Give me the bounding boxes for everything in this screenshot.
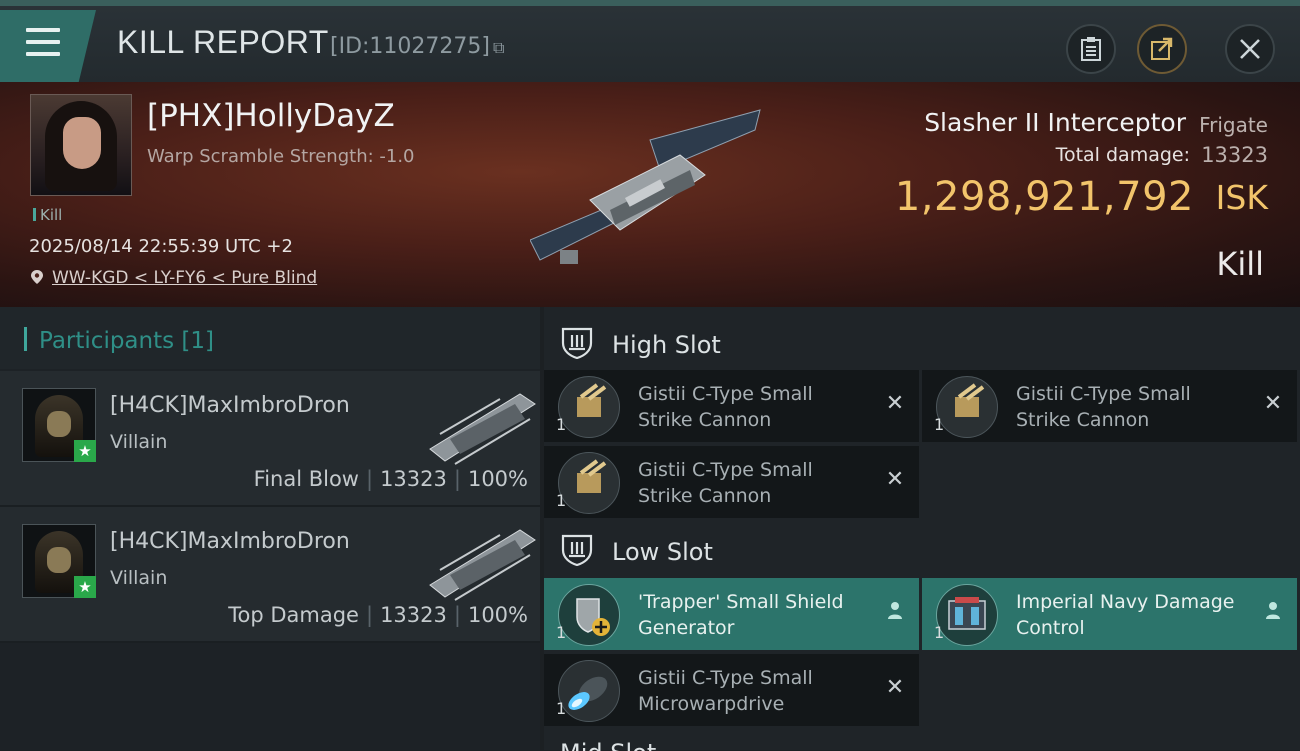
participant-ship-image bbox=[429, 393, 536, 465]
module-item[interactable]: 1 Gistii C-Type Small Strike Cannon ✕ bbox=[544, 446, 919, 518]
participant-ship-image bbox=[429, 529, 536, 601]
module-name: 'Trapper' Small Shield Generator bbox=[638, 591, 844, 639]
module-item[interactable]: 1 Gistii C-Type Small Microwarpdrive ✕ bbox=[544, 654, 919, 726]
shield-generator-icon bbox=[558, 584, 620, 646]
module-qty: 1 bbox=[934, 623, 945, 642]
cannon-icon bbox=[936, 376, 998, 438]
kill-tag: Kill bbox=[33, 206, 62, 224]
victim-portrait[interactable] bbox=[30, 94, 132, 196]
module-item[interactable]: 1 Gistii C-Type Small Strike Cannon ✕ bbox=[922, 370, 1297, 442]
microwarpdrive-icon bbox=[558, 660, 620, 722]
destroyed-icon: ✕ bbox=[885, 675, 905, 700]
clipboard-button[interactable] bbox=[1066, 24, 1116, 74]
isk-label: ISK bbox=[1215, 178, 1268, 217]
destroyed-icon: ✕ bbox=[1263, 391, 1283, 416]
participants-header: Participants [1] bbox=[0, 307, 540, 369]
cannon-icon bbox=[558, 376, 620, 438]
close-button[interactable] bbox=[1225, 24, 1275, 74]
star-icon: ★ bbox=[74, 576, 96, 598]
damage-control-icon bbox=[936, 584, 998, 646]
location-pin-icon bbox=[31, 270, 43, 284]
module-name: Gistii C-Type Small Strike Cannon bbox=[1016, 383, 1191, 431]
victim-summary: [PHX]HollyDayZ Warp Scramble Strength: -… bbox=[0, 82, 1300, 307]
person-icon bbox=[1261, 600, 1285, 624]
module-qty: 1 bbox=[556, 491, 567, 510]
cannon-icon bbox=[558, 452, 620, 514]
star-icon: ★ bbox=[74, 440, 96, 462]
module-qty: 1 bbox=[556, 699, 567, 718]
module-item[interactable]: 1 Gistii C-Type Small Strike Cannon ✕ bbox=[544, 370, 919, 442]
high-slot-icon bbox=[561, 327, 593, 359]
low-slot-icon bbox=[561, 534, 593, 566]
top-bar: KILL REPORT [ID:11027275] ⧉ bbox=[0, 0, 1300, 82]
high-slot-heading: High Slot bbox=[544, 313, 1300, 373]
menu-icon bbox=[26, 28, 60, 64]
fitting-panel: High Slot 1 Gistii C-Type Small Strike C… bbox=[544, 307, 1300, 751]
participant-role: Villain bbox=[110, 431, 168, 453]
high-slot-label: High Slot bbox=[612, 331, 721, 359]
total-damage-label: Total damage: bbox=[1055, 144, 1190, 166]
module-item[interactable]: 1 'Trapper' Small Shield Generator bbox=[544, 578, 919, 650]
menu-button[interactable] bbox=[0, 10, 96, 82]
page-title: KILL REPORT bbox=[117, 24, 329, 60]
participant-avatar[interactable]: ★ bbox=[22, 524, 96, 598]
module-name: Gistii C-Type Small Microwarpdrive bbox=[638, 667, 813, 715]
module-name: Imperial Navy Damage Control bbox=[1016, 591, 1235, 639]
timestamp: 2025/08/14 22:55:39 UTC +2 bbox=[29, 236, 293, 257]
participant-avatar[interactable]: ★ bbox=[22, 388, 96, 462]
destroyed-icon: ✕ bbox=[885, 467, 905, 492]
module-qty: 1 bbox=[934, 415, 945, 434]
result-label: Kill bbox=[1216, 245, 1264, 283]
destroyed-icon: ✕ bbox=[885, 391, 905, 416]
participants-panel: Participants [1] ★ [H4CK]MaxImbroDron Vi… bbox=[0, 307, 540, 750]
copy-icon[interactable]: ⧉ bbox=[493, 38, 504, 57]
participant-role: Villain bbox=[110, 567, 168, 589]
share-button[interactable] bbox=[1137, 24, 1187, 74]
participant-row[interactable]: ★ [H4CK]MaxImbroDron Villain Top Damage |… bbox=[0, 507, 540, 643]
participant-stats: Top Damage | 13323 | 100% bbox=[228, 603, 528, 627]
participant-name[interactable]: [H4CK]MaxImbroDron bbox=[110, 393, 350, 418]
close-icon bbox=[1240, 39, 1260, 59]
ship-name[interactable]: Slasher II Interceptor bbox=[924, 108, 1186, 137]
module-qty: 1 bbox=[556, 623, 567, 642]
scramble-strength: Warp Scramble Strength: -1.0 bbox=[147, 146, 415, 167]
victim-name[interactable]: [PHX]HollyDayZ bbox=[147, 98, 395, 134]
report-id: [ID:11027275] ⧉ bbox=[330, 34, 505, 59]
total-damage-value: 13323 bbox=[1201, 143, 1268, 167]
mid-slot-heading: Mid Slot bbox=[560, 739, 860, 751]
location-link[interactable]: WW-KGD < LY-FY6 < Pure Blind bbox=[30, 268, 317, 288]
victim-ship-image bbox=[530, 109, 761, 264]
participants-title: Participants [1] bbox=[24, 327, 214, 354]
participant-row[interactable]: ★ [H4CK]MaxImbroDron Villain Final Blow |… bbox=[0, 371, 540, 507]
low-slot-label: Low Slot bbox=[612, 538, 713, 566]
ship-class: Frigate bbox=[1199, 113, 1268, 137]
participant-name[interactable]: [H4CK]MaxImbroDron bbox=[110, 529, 350, 554]
isk-value: 1,298,921,792 bbox=[894, 174, 1194, 220]
module-qty: 1 bbox=[556, 415, 567, 434]
low-slot-heading: Low Slot bbox=[544, 520, 1300, 580]
share-icon bbox=[1151, 37, 1173, 60]
clipboard-icon bbox=[1081, 37, 1101, 61]
participant-stats: Final Blow | 13323 | 100% bbox=[253, 467, 528, 491]
module-name: Gistii C-Type Small Strike Cannon bbox=[638, 383, 813, 431]
module-name: Gistii C-Type Small Strike Cannon bbox=[638, 459, 813, 507]
module-item[interactable]: 1 Imperial Navy Damage Control bbox=[922, 578, 1297, 650]
person-icon bbox=[883, 600, 907, 624]
